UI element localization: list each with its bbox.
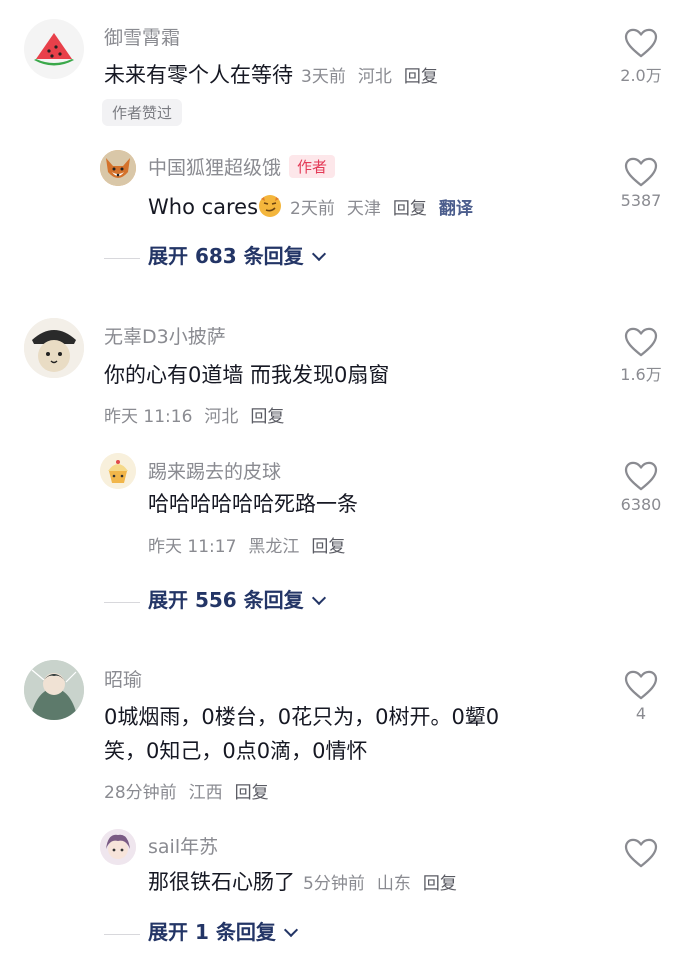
reply-location: 山东 bbox=[376, 874, 411, 894]
comment-meta: 28分钟前 江西 回复 bbox=[104, 778, 281, 803]
reply-text[interactable]: 哈哈哈哈哈哈死路一条 bbox=[148, 487, 358, 521]
chevron-down-icon bbox=[311, 590, 326, 606]
comment-location: 江西 bbox=[188, 783, 223, 803]
comment-meta: 3天前 河北 回复 bbox=[301, 67, 450, 87]
watermelon-avatar[interactable] bbox=[24, 19, 84, 79]
expand-replies-label: 展开 1 条回复 bbox=[148, 920, 276, 944]
heart-icon bbox=[624, 838, 658, 868]
reply-location: 黑龙江 bbox=[248, 537, 300, 557]
like-count: 2.0万 bbox=[620, 66, 662, 85]
reply-meta: 5分钟前 山东 回复 bbox=[303, 874, 469, 894]
comment-meta: 昨天 11:16 河北 回复 bbox=[104, 402, 296, 427]
chevron-down-icon bbox=[311, 246, 326, 262]
comment-location: 河北 bbox=[204, 407, 239, 427]
comment-text-content: 未来有零个人在等待 bbox=[104, 63, 293, 87]
heart-icon bbox=[624, 157, 658, 187]
like-count: 1.6万 bbox=[620, 365, 662, 384]
username[interactable]: 昭瑜 bbox=[104, 665, 142, 692]
comment-time: 昨天 11:16 bbox=[104, 407, 193, 427]
reply-button[interactable]: 回复 bbox=[235, 783, 269, 803]
reply-meta: 2天前 天津 回复 翻译 bbox=[290, 199, 485, 219]
comment-text-line: 0城烟雨，0楼台，0花只为，0树开。0颦0 bbox=[104, 705, 500, 729]
author-liked-badge: 作者赞过 bbox=[102, 99, 183, 126]
cupcake-avatar[interactable] bbox=[100, 453, 136, 489]
username[interactable]: sail年苏 bbox=[148, 832, 218, 859]
smirk-emoji-icon bbox=[259, 195, 282, 217]
comment-location: 河北 bbox=[357, 67, 392, 87]
anime-character-avatar[interactable] bbox=[24, 660, 84, 720]
reply-text-content: 那很铁石心肠了 bbox=[148, 870, 295, 894]
comment-text[interactable]: 未来有零个人在等待 3天前 河北 回复 bbox=[104, 58, 450, 94]
expand-replies-button[interactable]: 展开 683 条回复 bbox=[104, 240, 326, 269]
username[interactable]: 御雪霄霜 bbox=[104, 23, 180, 50]
comment-text-line: 笑，0知己，0点0滴，0情怀 bbox=[104, 739, 368, 763]
reply-button[interactable]: 回复 bbox=[393, 199, 427, 219]
reply-time: 昨天 11:17 bbox=[148, 537, 237, 557]
expand-replies-button[interactable]: 展开 556 条回复 bbox=[104, 584, 326, 613]
username-text: 中国狐狸超级饿 bbox=[148, 157, 282, 179]
expand-replies-label: 展开 556 条回复 bbox=[148, 588, 304, 612]
divider-line bbox=[104, 602, 140, 603]
expand-replies-button[interactable]: 展开 1 条回复 bbox=[104, 916, 298, 945]
reply-button[interactable]: 回复 bbox=[250, 407, 284, 427]
divider-line bbox=[104, 934, 140, 935]
reply-time: 2天前 bbox=[290, 199, 335, 219]
fox-avatar[interactable] bbox=[100, 150, 136, 186]
reply-location: 天津 bbox=[346, 199, 381, 219]
username[interactable]: 中国狐狸超级饿 作者 bbox=[148, 153, 336, 180]
comment-time: 28分钟前 bbox=[104, 783, 177, 803]
username[interactable]: 无辜D3小披萨 bbox=[104, 322, 226, 349]
comment-text[interactable]: 0城烟雨，0楼台，0花只为，0树开。0颦0 笑，0知己，0点0滴，0情怀 bbox=[104, 700, 499, 768]
comment-text[interactable]: 你的心有0道墙 而我发现0扇窗 bbox=[104, 358, 389, 392]
like-button[interactable]: 1.6万 bbox=[606, 327, 676, 385]
reply-time: 5分钟前 bbox=[303, 874, 365, 894]
username[interactable]: 踢来踢去的皮球 bbox=[148, 457, 281, 484]
expand-replies-label: 展开 683 条回复 bbox=[148, 244, 304, 268]
like-count: 6380 bbox=[620, 495, 662, 514]
reply-meta: 昨天 11:17 黑龙江 回复 bbox=[148, 532, 357, 557]
like-button[interactable] bbox=[606, 838, 676, 868]
heart-icon bbox=[624, 28, 658, 58]
like-count: 4 bbox=[635, 704, 647, 723]
reply-button[interactable]: 回复 bbox=[404, 67, 438, 87]
heart-icon bbox=[624, 327, 658, 357]
cat-hat-avatar[interactable] bbox=[24, 318, 84, 378]
reply-text[interactable]: Who cares 2天前 天津 回复 翻译 bbox=[148, 190, 485, 226]
like-count: 5387 bbox=[620, 191, 662, 210]
like-button[interactable]: 5387 bbox=[606, 157, 676, 210]
reply-text[interactable]: 那很铁石心肠了 5分钟前 山东 回复 bbox=[148, 865, 469, 901]
chevron-down-icon bbox=[283, 922, 298, 938]
like-button[interactable]: 4 bbox=[606, 670, 676, 723]
reply-button[interactable]: 回复 bbox=[311, 537, 345, 557]
divider-line bbox=[104, 258, 140, 259]
like-button[interactable]: 2.0万 bbox=[606, 28, 676, 86]
heart-icon bbox=[624, 461, 658, 491]
heart-icon bbox=[624, 670, 658, 700]
like-button[interactable]: 6380 bbox=[606, 461, 676, 514]
reply-button[interactable]: 回复 bbox=[423, 874, 457, 894]
reply-text-content: Who cares bbox=[148, 195, 259, 219]
translate-button[interactable]: 翻译 bbox=[439, 199, 473, 219]
author-tag: 作者 bbox=[289, 155, 336, 178]
anime-girl-avatar[interactable] bbox=[100, 829, 136, 865]
comment-time: 3天前 bbox=[301, 67, 346, 87]
